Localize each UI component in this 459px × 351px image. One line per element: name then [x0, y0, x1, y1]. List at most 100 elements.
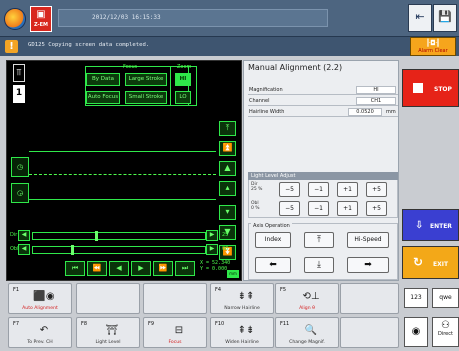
stop-button[interactable]: STOP — [402, 69, 459, 107]
direct-button[interactable]: ⚇ Direct — [432, 317, 459, 347]
camera-view-panel: ⫪ 1 Focus By Data Large Stroke Auto Focu… — [6, 60, 242, 281]
widen-hairline-icon: ⇞⇟ — [237, 325, 255, 336]
light-dir-decrease[interactable]: ◀ — [18, 230, 30, 241]
zem-icon: ▣ — [36, 9, 46, 20]
obl-label-group: Obl 0 % — [251, 201, 260, 211]
prev-button[interactable]: ◀ — [109, 261, 129, 276]
light-dir-slider[interactable] — [32, 231, 206, 241]
stop-label: STOP — [434, 86, 452, 93]
axis-up-button[interactable]: ⤒ — [304, 232, 334, 248]
exit-icon: ↻ — [413, 255, 424, 269]
exit-window-button[interactable]: ⇤ — [408, 4, 432, 32]
hairline-lower — [29, 199, 216, 200]
navigation-controls: ⏮ ⏪ ◀ ▶ ⏩ ⏭ — [65, 261, 195, 277]
zem-button[interactable]: ▣ Z-EM — [30, 6, 52, 32]
app-logo-icon[interactable] — [4, 8, 26, 30]
zem-label: Z-EM — [33, 22, 48, 28]
message-text: GD125 Copying screen data completed. — [28, 42, 150, 48]
auto-focus-button[interactable]: Auto Focus — [86, 91, 120, 104]
index-button[interactable]: Index — [255, 232, 291, 248]
obl-minus-1-button[interactable]: −1 — [308, 201, 329, 216]
panel-title: Manual Alignment (2.2) — [248, 63, 343, 72]
dir-minus-5-button[interactable]: −5 — [279, 182, 300, 197]
last-button[interactable]: ⏭ — [175, 261, 195, 276]
axis-left-button[interactable]: ⬅ — [255, 257, 291, 273]
dir-minus-1-button[interactable]: −1 — [308, 182, 329, 197]
f3-key[interactable] — [143, 283, 207, 314]
f12-key[interactable] — [340, 317, 399, 348]
axis-right-button[interactable]: ➡ — [347, 257, 389, 273]
dir-value: 25 % — [251, 187, 263, 192]
f7-prev-channel-key[interactable]: F7 ↶ To Prev. CH — [8, 317, 72, 348]
axis-down-button[interactable]: ⤓ — [304, 257, 334, 273]
light-dir-row: Dir ◀ ▶ 25 — [10, 230, 240, 241]
hi-speed-button[interactable]: Hi-Speed — [347, 232, 389, 248]
light-obl-knob[interactable] — [70, 245, 74, 255]
top-bar: ▣ Z-EM 2012/12/03 16:15:33 ⇤ 💾 — [0, 0, 459, 36]
upper-camera-icon[interactable]: ◷ — [11, 157, 29, 177]
move-top-button[interactable]: ⤒ — [219, 121, 236, 136]
mode-indicator: ⫪ 1 — [11, 64, 27, 106]
light-dir-knob[interactable] — [94, 231, 98, 241]
enter-button[interactable]: ⇩ ENTER — [402, 209, 459, 241]
jog-dial-icon[interactable]: ◉ — [404, 317, 428, 347]
numeric-keypad-button[interactable]: 123 — [404, 288, 428, 308]
zoom-hi-button[interactable]: HI — [175, 73, 191, 86]
down-small-button[interactable]: ▾ — [219, 205, 236, 220]
up-button[interactable]: ▲ — [219, 161, 236, 176]
save-button[interactable]: 💾 — [433, 4, 457, 32]
magnification-value: HI — [356, 86, 396, 94]
dir-plus-1-button[interactable]: +1 — [337, 182, 358, 197]
f6-key[interactable] — [340, 283, 399, 314]
f10-widen-hairline-key[interactable]: F10 ⇞⇟ Widen Hairline — [210, 317, 274, 348]
hairline-width-label: Hairline Width — [249, 109, 285, 115]
channel-row: Channel CH1 — [248, 96, 398, 106]
coordinate-readout: X = 52.340 Y = 0.000 — [200, 260, 230, 272]
hairline-mode-icon: ⫪ — [13, 64, 25, 82]
by-data-button[interactable]: By Data — [86, 73, 120, 86]
light-dir-increase[interactable]: ▶ — [206, 230, 218, 241]
unit-badge: mm — [227, 270, 239, 278]
f5-align-theta-key[interactable]: F5 ⟲⊥ Align θ — [275, 283, 339, 314]
f1-auto-alignment-key[interactable]: F1 ⬛◉ Auto Alignment — [8, 283, 72, 314]
light-obl-decrease[interactable]: ◀ — [18, 244, 30, 255]
narrow-hairline-icon: ⇟⇞ — [237, 291, 255, 302]
f4-label: F4 — [215, 287, 222, 293]
light-obl-slider[interactable] — [32, 245, 206, 255]
f1-label: F1 — [13, 287, 20, 293]
f11-change-magnif-key[interactable]: F11 🔍 Change Magnif. — [275, 317, 339, 348]
obl-plus-5-button[interactable]: +5 — [366, 201, 387, 216]
magnify-icon: 🔍 — [304, 325, 318, 336]
obl-minus-5-button[interactable]: −5 — [279, 201, 300, 216]
lower-camera-icon[interactable]: ◶ — [11, 183, 29, 203]
next-button[interactable]: ▶ — [131, 261, 151, 276]
exit-button[interactable]: ↻ EXIT — [402, 246, 459, 279]
dir-plus-5-button[interactable]: +5 — [366, 182, 387, 197]
light-obl-row: Obl ◀ ▶ 00 — [10, 244, 240, 255]
alarm-clear-icon: ╟◘╢ — [426, 39, 440, 47]
f11-label: F11 — [280, 321, 290, 327]
camera-icon: ⬛◉ — [33, 291, 55, 302]
exit-window-icon: ⇤ — [415, 10, 425, 23]
qwerty-keyboard-button[interactable]: qwe — [432, 288, 459, 308]
fast-up-button[interactable]: ⏫ — [219, 141, 236, 156]
direct-label: Direct — [438, 331, 453, 337]
zoom-lo-button[interactable]: LO — [175, 91, 191, 104]
prev-channel-icon: ↶ — [39, 325, 49, 336]
f8-light-level-key[interactable]: F8 ⛩ Light Level — [76, 317, 140, 348]
f1-caption: Auto Alignment — [22, 306, 58, 311]
large-stroke-button[interactable]: Large Stroke — [125, 73, 167, 86]
first-button[interactable]: ⏮ — [65, 261, 85, 276]
f4-narrow-hairline-key[interactable]: F4 ⇟⇞ Narrow Hairline — [210, 283, 274, 314]
obl-plus-1-button[interactable]: +1 — [337, 201, 358, 216]
hairline-width-unit: mm — [386, 109, 396, 115]
rewind-button[interactable]: ⏪ — [87, 261, 107, 276]
light-obl-increase[interactable]: ▶ — [206, 244, 218, 255]
up-small-button[interactable]: ▴ — [219, 181, 236, 196]
channel-label: Channel — [249, 98, 270, 104]
f9-focus-key[interactable]: F9 ⊟ Focus — [143, 317, 207, 348]
f2-key[interactable] — [76, 283, 140, 314]
small-stroke-button[interactable]: Small Stroke — [125, 91, 167, 104]
forward-button[interactable]: ⏩ — [153, 261, 173, 276]
alarm-clear-button[interactable]: ╟◘╢ Alarm Clear — [410, 37, 456, 56]
